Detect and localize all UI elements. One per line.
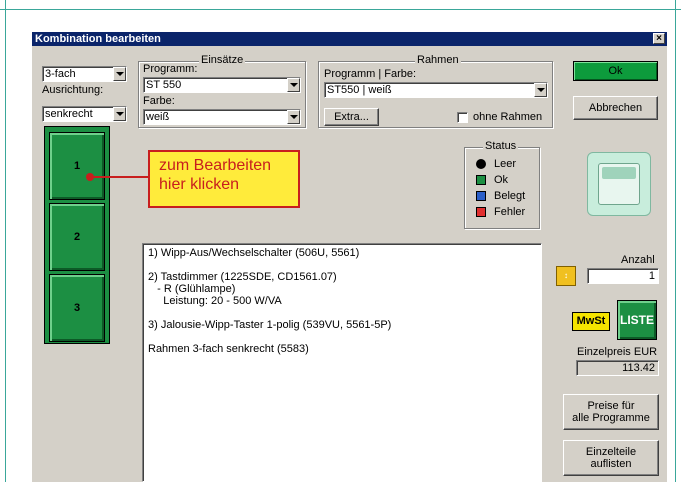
abbrechen-button[interactable]: Abbrechen <box>573 96 658 120</box>
callout-dot <box>86 173 94 181</box>
liste-button[interactable]: LISTE <box>617 300 657 340</box>
einzelteile-line2: auflisten <box>590 458 632 470</box>
programm-value: ST 550 <box>146 79 182 91</box>
ohne-rahmen-label: ohne Rahmen <box>473 111 543 123</box>
einsaetze-title: Einsätze <box>199 54 246 66</box>
chevron-down-icon[interactable] <box>113 67 126 81</box>
chevron-down-icon[interactable] <box>287 78 300 92</box>
switch-preview-icon <box>587 152 651 216</box>
stueck-icon[interactable]: ↕ <box>556 266 576 286</box>
ausrichtung-label: Ausrichtung: <box>42 84 104 96</box>
preise-line1: Preise für <box>587 400 635 412</box>
programm-farbe-value: ST550 | weiß <box>327 84 392 96</box>
anzahl-input[interactable]: 1 <box>587 268 659 284</box>
callout-line2: hier klicken <box>159 176 240 193</box>
slot-2[interactable]: 2 <box>49 203 105 271</box>
fach-select[interactable]: 3-fach <box>42 66 127 82</box>
einzelteile-line1: Einzelteile <box>585 446 637 458</box>
chevron-down-icon[interactable] <box>287 110 300 124</box>
anzahl-label: Anzahl <box>621 254 655 266</box>
frame-line-top <box>0 0 681 10</box>
title-bar: Kombination bearbeiten × <box>32 32 667 46</box>
switch-rocker-top <box>602 167 636 179</box>
stueck-glyph: ↕ <box>564 271 568 280</box>
rahmen-title: Rahmen <box>415 54 461 66</box>
status-belegt-icon <box>476 191 486 201</box>
callout-box: zum Bearbeiten hier klicken <box>148 150 300 208</box>
programm-label: Programm: <box>143 63 198 75</box>
status-belegt-label: Belegt <box>494 190 526 202</box>
einzelpreis-value: 113.42 <box>576 360 659 376</box>
extra-button[interactable]: Extra... <box>324 108 379 126</box>
ausrichtung-value: senkrecht <box>45 108 93 120</box>
farbe-label: Farbe: <box>143 95 175 107</box>
slot-number: 1 <box>73 160 81 172</box>
details-textbox[interactable]: 1) Wipp-Aus/Wechselschalter (506U, 5561)… <box>142 243 542 482</box>
dialog-window: Kombination bearbeiten × 3-fach Ausricht… <box>32 32 667 482</box>
einzelpreis-label: Einzelpreis EUR <box>577 346 658 358</box>
farbe-value: weiß <box>146 111 170 123</box>
preise-alle-programme-button[interactable]: Preise für alle Programme <box>563 394 659 430</box>
chevron-down-icon[interactable] <box>113 107 126 121</box>
status-title: Status <box>483 140 519 152</box>
frame-line-left <box>0 0 6 482</box>
mwst-button[interactable]: MwSt <box>572 312 610 331</box>
fach-value: 3-fach <box>45 68 76 80</box>
status-ok-label: Ok <box>494 174 509 186</box>
frame-line-right <box>675 0 681 482</box>
chevron-down-icon[interactable] <box>534 83 547 97</box>
status-fehler-label: Fehler <box>494 206 526 218</box>
slot-3[interactable]: 3 <box>49 274 105 342</box>
callout-line1: zum Bearbeiten <box>159 157 272 174</box>
einzelteile-auflisten-button[interactable]: Einzelteile auflisten <box>563 440 659 476</box>
slot-1[interactable]: 1 <box>49 132 105 200</box>
programm-select[interactable]: ST 550 <box>143 77 301 93</box>
switch-rocker <box>598 163 640 205</box>
status-leer-icon <box>476 159 486 169</box>
callout-line <box>90 176 148 178</box>
status-fehler-icon <box>476 207 486 217</box>
ausrichtung-select[interactable]: senkrecht <box>42 106 127 122</box>
farbe-select[interactable]: weiß <box>143 109 301 125</box>
preise-line2: alle Programme <box>572 412 650 424</box>
programm-farbe-label: Programm | Farbe: <box>324 68 417 80</box>
status-ok-icon <box>476 175 486 185</box>
programm-farbe-select[interactable]: ST550 | weiß <box>324 82 548 98</box>
slot-number: 2 <box>73 231 81 243</box>
status-leer-label: Leer <box>494 158 517 170</box>
close-button[interactable]: × <box>653 33 665 44</box>
window-title: Kombination bearbeiten <box>35 33 161 45</box>
ohne-rahmen-checkbox[interactable] <box>457 112 468 123</box>
slot-number: 3 <box>73 302 81 314</box>
ok-button[interactable]: Ok <box>573 61 658 81</box>
